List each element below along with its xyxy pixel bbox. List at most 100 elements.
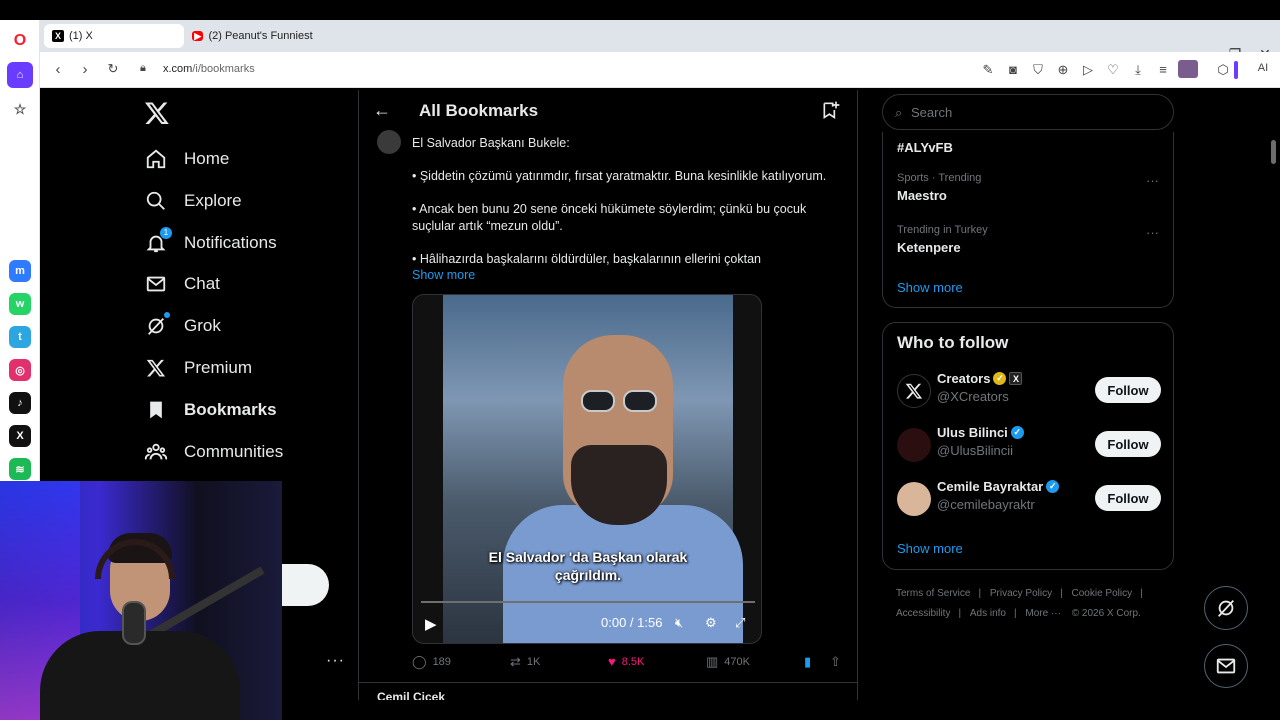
footer-link[interactable]: Accessibility — [896, 608, 950, 619]
bookmark-folder-icon[interactable] — [821, 100, 841, 120]
forward-button[interactable]: › — [76, 61, 94, 78]
x-logo-icon[interactable] — [144, 100, 172, 128]
lock-icon: 🔒︎ — [140, 62, 146, 74]
search-input[interactable] — [911, 101, 1161, 123]
spotify-icon[interactable]: ≋ — [9, 458, 31, 480]
follow-suggestion[interactable]: Cemile Bayraktar ✓ @cemilebayraktr Follow — [897, 479, 1161, 519]
address-bar: ‹ › ↻ 🔒︎ x.com/i/bookmarks ✎ ◙ ⛉ ⊕ ▷ ♡ ⤓… — [0, 52, 1280, 88]
back-button[interactable]: ‹ — [49, 61, 67, 78]
scrollbar-thumb[interactable] — [1271, 140, 1276, 164]
suggestion-handle: @cemilebayraktr — [937, 497, 1035, 512]
like-button[interactable]: ♥ 8.5K — [608, 654, 644, 669]
messenger-icon[interactable]: m — [9, 260, 31, 282]
follow-suggestion[interactable]: Ulus Bilinci ✓ @UlusBilincii Follow — [897, 425, 1161, 465]
ai-button[interactable]: AI — [1250, 62, 1276, 74]
cube-icon[interactable]: ⬡ — [1215, 62, 1231, 78]
suggestion-handle: @XCreators — [937, 389, 1009, 404]
video-player[interactable]: El Salvador 'da Başkan olarak çağrıldım.… — [412, 294, 762, 644]
trends-box: #ALYvFB Sports · Trending Maestro ··· Tr… — [882, 132, 1174, 308]
trend-item[interactable]: Sports · Trending Maestro — [897, 172, 981, 203]
nav-explore[interactable]: Explore — [144, 181, 242, 221]
footer-link[interactable]: More ··· — [1025, 608, 1061, 619]
webcam-person-body — [40, 631, 240, 720]
account-more-icon[interactable]: ··· — [326, 652, 345, 670]
footer-link[interactable]: Privacy Policy — [990, 588, 1052, 599]
follow-button[interactable]: Follow — [1095, 485, 1161, 511]
home-workspace-icon[interactable]: ⌂ — [7, 62, 33, 88]
verified-icon: ✓ — [1010, 426, 1024, 439]
views-button[interactable]: ▥ 470K — [706, 654, 750, 670]
edit-icon[interactable]: ✎ — [980, 62, 996, 78]
footer-link[interactable]: Terms of Service — [896, 588, 970, 599]
nav-home[interactable]: Home — [144, 139, 229, 179]
share-button[interactable]: ⇧ — [830, 654, 847, 670]
bookmark-button[interactable]: ▮ — [804, 654, 817, 670]
back-arrow-icon[interactable]: ← — [373, 100, 391, 121]
author-avatar[interactable] — [377, 130, 401, 154]
trend-more-icon[interactable]: ··· — [1146, 173, 1159, 188]
reload-button[interactable]: ↻ — [104, 61, 122, 77]
x-icon — [144, 356, 168, 380]
opera-logo-icon[interactable]: O — [9, 30, 31, 52]
trend-meta: Sports · Trending — [897, 172, 982, 184]
mute-icon[interactable]: 🔇︎ — [675, 615, 683, 631]
search-box[interactable]: ⌕ — [882, 94, 1174, 130]
nav-communities[interactable]: Communities — [144, 432, 283, 472]
trend-item[interactable]: Trending in Turkey Ketenpere — [897, 224, 988, 255]
suggestion-handle: @UlusBilincii — [937, 443, 1014, 458]
tab-x[interactable]: X (1) X — [44, 24, 184, 48]
suggestion-name: Creators ✓ X — [937, 371, 1023, 386]
nav-bookmarks[interactable]: Bookmarks — [144, 390, 277, 430]
trend-item[interactable]: #ALYvFB — [897, 136, 953, 155]
tab-youtube[interactable]: ▶ (2) Peanut's Funniest Mom — [184, 24, 324, 48]
nav-premium[interactable]: Premium — [144, 348, 252, 388]
x-sidebar-icon[interactable]: X — [9, 425, 31, 447]
footer-link[interactable]: Ads info — [970, 608, 1006, 619]
trend-name: Maestro — [897, 188, 947, 203]
footer-copyright: © 2026 X Corp. — [1071, 608, 1141, 619]
profile-avatar[interactable] — [1178, 60, 1198, 78]
creators-avatar — [897, 374, 931, 408]
messages-floating-button[interactable] — [1204, 644, 1248, 688]
play-icon[interactable]: ▷ — [1080, 62, 1096, 78]
download-icon[interactable]: ⤓ — [1130, 62, 1146, 78]
fullscreen-icon[interactable]: ⤢ — [735, 615, 745, 631]
tiktok-icon[interactable]: ♪ — [9, 392, 31, 414]
video-frame[interactable] — [443, 295, 743, 643]
heart-icon[interactable]: ♡ — [1105, 62, 1121, 78]
trends-show-more-link[interactable]: Show more — [897, 280, 963, 295]
youtube-favicon-icon: ▶ — [192, 31, 204, 41]
trend-more-icon[interactable]: ··· — [1146, 225, 1159, 240]
instagram-icon[interactable]: ◎ — [9, 359, 31, 381]
whatsapp-icon[interactable]: w — [9, 293, 31, 315]
grok-floating-button[interactable] — [1204, 586, 1248, 630]
nav-grok[interactable]: Grok — [144, 306, 221, 346]
camera-icon[interactable]: ◙ — [1005, 62, 1021, 77]
menu-icon[interactable]: ≡ — [1155, 62, 1171, 77]
telegram-icon[interactable]: t — [9, 326, 31, 348]
translate-icon[interactable]: ⊕ — [1055, 62, 1071, 78]
show-more-link[interactable]: Show more — [412, 268, 475, 282]
follow-show-more-link[interactable]: Show more — [897, 541, 963, 556]
star-icon[interactable]: ☆ — [9, 98, 31, 120]
follow-button[interactable]: Follow — [1095, 377, 1161, 403]
page-scrollbar[interactable] — [1268, 90, 1280, 700]
search-icon: ⌕ — [895, 105, 903, 120]
communities-icon — [144, 440, 168, 464]
video-progress-bar[interactable] — [421, 601, 755, 603]
reply-button[interactable]: ◯ 189 — [412, 654, 451, 670]
repost-button[interactable]: ⇄ 1K — [510, 654, 540, 670]
trend-meta: Trending in Turkey — [897, 224, 988, 236]
follow-suggestion[interactable]: Creators ✓ X @XCreators Follow — [897, 371, 1161, 411]
follow-button[interactable]: Follow — [1095, 431, 1161, 457]
nav-notifications[interactable]: 1 Notifications — [144, 223, 277, 263]
footer-link[interactable]: Cookie Policy — [1072, 588, 1133, 599]
next-post-author[interactable]: Cemil Çiçek — [377, 690, 445, 700]
nav-communities-label: Communities — [184, 442, 284, 461]
shield-icon[interactable]: ⛉ — [1030, 62, 1046, 78]
notification-badge: 1 — [160, 227, 172, 239]
settings-icon[interactable]: ⚙ — [705, 615, 717, 631]
nav-chat[interactable]: Chat — [144, 264, 220, 304]
url-field[interactable]: x.com/i/bookmarks — [163, 63, 255, 75]
play-icon[interactable]: ▶ — [425, 615, 437, 633]
